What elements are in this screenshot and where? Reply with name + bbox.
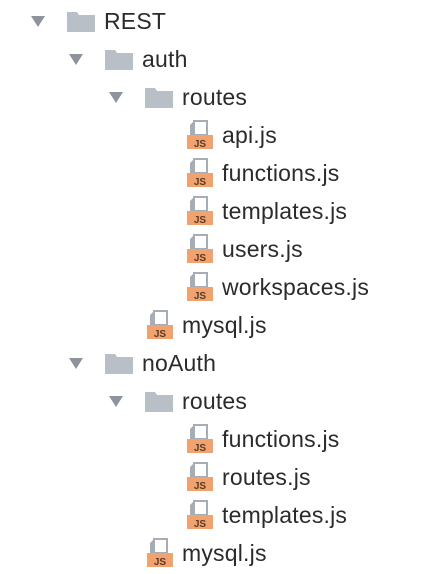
chevron-down-icon[interactable] <box>106 87 126 107</box>
folder-icon <box>104 351 134 375</box>
js-file-icon: JS <box>186 424 214 454</box>
svg-text:JS: JS <box>194 253 207 264</box>
js-file-icon: JS <box>146 310 174 340</box>
tree-node-label: routes <box>182 84 248 110</box>
tree-file-functions-js[interactable]: JS functions.js <box>186 154 339 192</box>
folder-icon <box>144 85 174 109</box>
folder-icon <box>144 389 174 413</box>
tree-node-label: mysql.js <box>182 312 267 338</box>
svg-text:JS: JS <box>194 291 207 302</box>
chevron-down-icon[interactable] <box>66 353 86 373</box>
tree-node-auth-routes[interactable]: routes <box>106 78 247 116</box>
tree-node-label: templates.js <box>222 502 348 528</box>
tree-node-label: functions.js <box>222 426 340 452</box>
tree-node-label: templates.js <box>222 198 348 224</box>
js-file-icon: JS <box>186 120 214 150</box>
js-file-icon: JS <box>186 272 214 302</box>
svg-text:JS: JS <box>194 139 207 150</box>
tree-file-noauth-routes-js[interactable]: JS routes.js <box>186 458 311 496</box>
js-file-icon: JS <box>186 462 214 492</box>
tree-node-noauth-routes[interactable]: routes <box>106 382 247 420</box>
chevron-down-icon[interactable] <box>28 11 48 31</box>
js-file-icon: JS <box>186 500 214 530</box>
svg-text:JS: JS <box>194 177 207 188</box>
tree-node-label: workspaces.js <box>222 274 370 300</box>
tree-file-noauth-mysql-js[interactable]: JS mysql.js <box>146 534 267 572</box>
folder-icon <box>66 9 96 33</box>
tree-node-auth[interactable]: auth <box>66 40 188 78</box>
js-file-icon: JS <box>186 234 214 264</box>
js-file-icon: JS <box>146 538 174 568</box>
tree-file-noauth-functions-js[interactable]: JS functions.js <box>186 420 339 458</box>
tree-node-label: users.js <box>222 236 303 262</box>
tree-node-label: api.js <box>222 122 277 148</box>
tree-file-users-js[interactable]: JS users.js <box>186 230 303 268</box>
tree-node-label: mysql.js <box>182 540 267 566</box>
svg-text:JS: JS <box>194 215 207 226</box>
folder-icon <box>104 47 134 71</box>
js-file-icon: JS <box>186 196 214 226</box>
tree-file-auth-mysql-js[interactable]: JS mysql.js <box>146 306 267 344</box>
tree-node-noauth[interactable]: noAuth <box>66 344 216 382</box>
tree-node-label: routes.js <box>222 464 311 490</box>
tree-node-label: routes <box>182 388 248 414</box>
chevron-down-icon[interactable] <box>106 391 126 411</box>
chevron-down-icon[interactable] <box>66 49 86 69</box>
project-tree: REST auth routes JS api.js JS functions.… <box>0 0 442 574</box>
js-file-icon: JS <box>186 158 214 188</box>
tree-node-label: noAuth <box>142 350 217 376</box>
svg-text:JS: JS <box>194 519 207 530</box>
svg-text:JS: JS <box>154 329 167 340</box>
svg-text:JS: JS <box>154 557 167 568</box>
tree-file-api-js[interactable]: JS api.js <box>186 116 277 154</box>
tree-node-label: functions.js <box>222 160 340 186</box>
tree-node-label: auth <box>142 46 188 72</box>
svg-text:JS: JS <box>194 443 207 454</box>
tree-node-label: REST <box>104 8 167 34</box>
tree-file-workspaces-js[interactable]: JS workspaces.js <box>186 268 369 306</box>
svg-text:JS: JS <box>194 481 207 492</box>
tree-file-templates-js[interactable]: JS templates.js <box>186 192 347 230</box>
tree-node-rest[interactable]: REST <box>28 2 166 40</box>
tree-file-noauth-templates-js[interactable]: JS templates.js <box>186 496 347 534</box>
